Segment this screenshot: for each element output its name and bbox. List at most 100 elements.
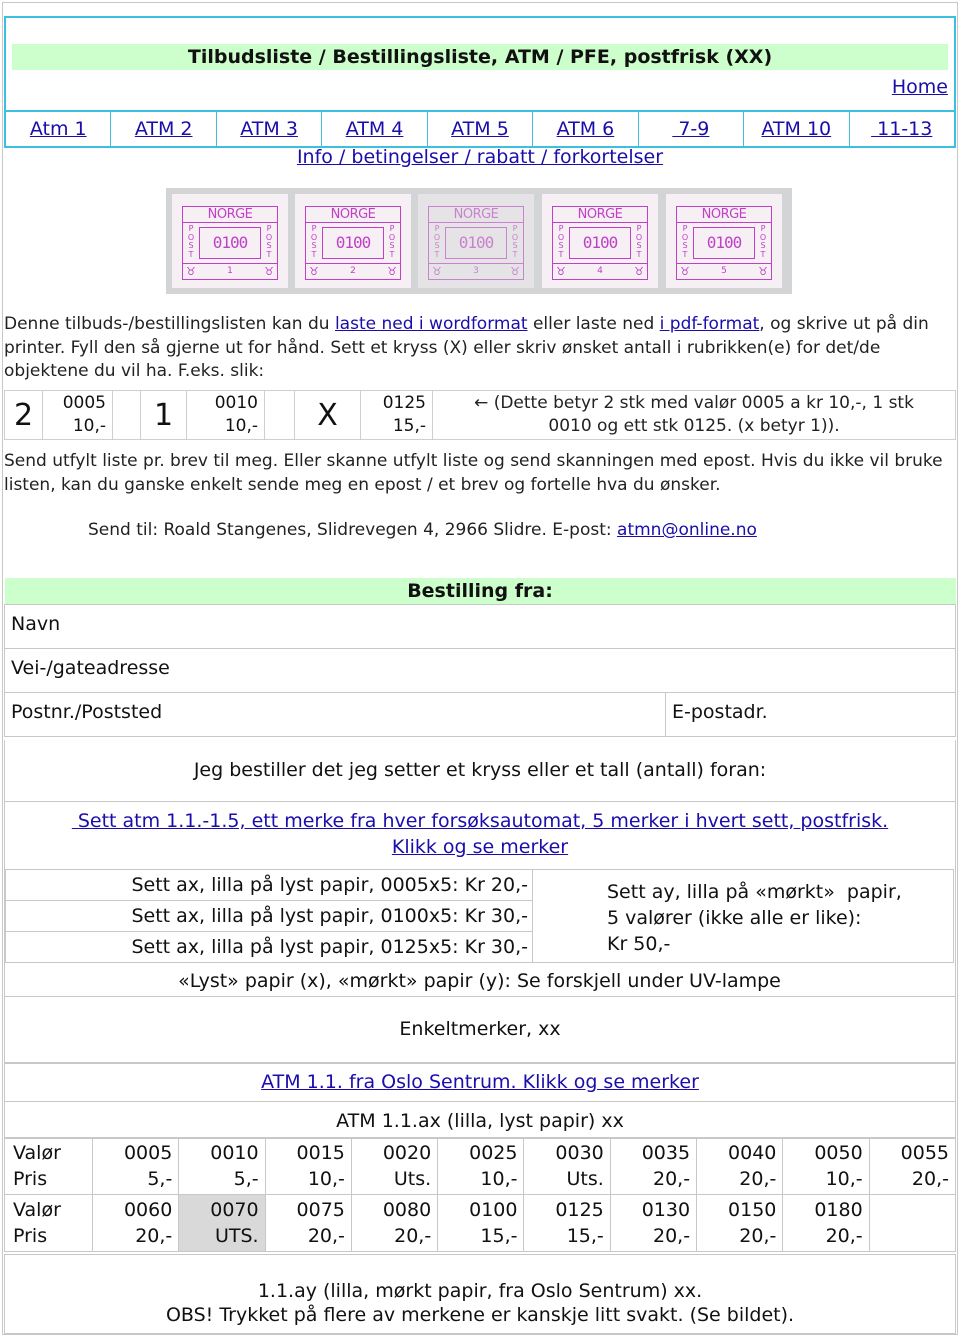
stamp-post-label: POST — [557, 224, 565, 259]
cell-price: 10,- — [307, 1168, 345, 1190]
intro-text: Denne tilbuds-/bestillingslisten kan du — [4, 314, 335, 334]
price-cell[interactable]: 0100 15,- — [437, 1194, 525, 1252]
price-cell[interactable]: 0130 20,- — [609, 1194, 698, 1252]
example-mark: 1 — [140, 390, 187, 440]
nav-atm-5[interactable]: ATM 5 — [451, 118, 509, 140]
example-mark: X — [294, 390, 361, 440]
price-cell[interactable]: 0125 15,- — [523, 1194, 611, 1252]
row-labels: Valør Pris — [4, 1137, 93, 1195]
set-ay[interactable]: Sett ay, lilla på «mørkt» papir, 5 valøre… — [532, 869, 954, 963]
set-ax-0125[interactable]: Sett ax, lilla på lyst papir, 0125x5: Kr… — [5, 931, 533, 963]
atm-1-1-ax-heading: ATM 1.1.ax (lilla, lyst papir) xx — [4, 1101, 956, 1139]
postal-field[interactable]: Postnr./Poststed — [4, 692, 666, 737]
cell-price: 10,- — [825, 1168, 863, 1190]
set-ax-0100[interactable]: Sett ax, lilla på lyst papir, 0100x5: Kr… — [5, 900, 533, 932]
cell-value: 0180 — [814, 1199, 863, 1221]
name-field[interactable]: Navn — [4, 604, 956, 649]
page-title: Tilbudsliste / Bestillingsliste, ATM / P… — [12, 44, 948, 70]
nav-atm-11-13[interactable]: 11-13 — [871, 118, 932, 140]
cell-price: 20,- — [739, 1225, 777, 1247]
nav-atm-10[interactable]: ATM 10 — [761, 118, 831, 140]
cell-value: 0005 — [123, 1142, 173, 1164]
download-word-link[interactable]: laste ned i wordformat — [335, 314, 528, 334]
cell-price: 5,- — [233, 1168, 259, 1190]
cell-price: 20,- — [653, 1168, 691, 1190]
cell-value: 0025 — [469, 1142, 518, 1164]
address-field[interactable]: Vei-/gateadresse — [4, 648, 956, 693]
cell-value: 0100 — [469, 1199, 518, 1221]
stamp-number: 3 — [429, 263, 523, 279]
price-cell[interactable]: 0010 5,- — [178, 1137, 266, 1195]
set-ax-0005[interactable]: Sett ax, lilla på lyst papir, 0005x5: Kr… — [5, 869, 533, 901]
stamp-country: NORGE — [429, 207, 523, 223]
nav-atm-3[interactable]: ATM 3 — [240, 118, 298, 140]
nav-atm-7-9[interactable]: 7-9 — [672, 118, 709, 140]
cell-value: 0080 — [382, 1199, 432, 1221]
price-cell[interactable]: 0180 20,- — [782, 1194, 870, 1252]
set-ay-line: 5 valører (ikke alle er like): — [607, 907, 862, 929]
cell-value: 0075 — [296, 1199, 345, 1221]
label-value: Valør — [13, 1199, 61, 1221]
price-cell[interactable]: 0015 10,- — [264, 1137, 352, 1195]
sets-view-link[interactable]: Klikk og se merker — [392, 836, 568, 858]
cell-price: 20,- — [911, 1168, 949, 1190]
example-order-row: 2 0005 10,- 1 0010 10,- X 0125 15,- ← (Dett… — [4, 390, 956, 440]
price-cell[interactable]: 0020 Uts. — [350, 1137, 439, 1195]
stamp-image: NORGE POST 0100 POST 5 ♉ ♉ — [666, 194, 782, 288]
download-pdf-link[interactable]: i pdf-format — [660, 314, 760, 334]
example-value: 0125 — [382, 393, 426, 413]
price-cell[interactable]: 0025 10,- — [437, 1137, 525, 1195]
intro-text: eller laste ned — [527, 314, 660, 334]
cell-price: 15,- — [480, 1225, 518, 1247]
stamp-post-label: POST — [433, 224, 441, 259]
order-form: Bestilling fra: Navn Vei-/gateadresse Po… — [4, 578, 956, 737]
price-cell[interactable]: 0035 20,- — [609, 1137, 698, 1195]
label-price: Pris — [13, 1225, 48, 1247]
price-cell[interactable]: 0055 20,- — [868, 1137, 957, 1195]
stamp-post-label: POST — [187, 224, 195, 259]
home-link[interactable]: Home — [892, 76, 948, 98]
sets-link[interactable]: Sett atm 1.1.-1.5, ett merke fra hver fo… — [72, 810, 888, 832]
cell-value: 0125 — [555, 1199, 604, 1221]
stamp-post-label: POST — [265, 224, 273, 259]
atm-nav: Atm 1 ATM 2 ATM 3 ATM 4 ATM 5 ATM 6 7-9 … — [6, 110, 954, 146]
stamp-value: 0100 — [569, 227, 631, 259]
example-spacer — [112, 390, 141, 440]
cell-price: 20,- — [135, 1225, 173, 1247]
posthorn-icon: ♉ — [387, 265, 397, 278]
price-cell[interactable]: 0040 20,- — [696, 1137, 784, 1195]
ay-note: OBS! Trykket på flere av merkene er kans… — [165, 1304, 795, 1326]
example-value: 0005 — [62, 393, 106, 413]
nav-atm-1[interactable]: Atm 1 — [30, 118, 87, 140]
info-conditions-link[interactable]: Info / betingelser / rabatt / forkortels… — [297, 146, 663, 168]
stamp-post-label: POST — [310, 224, 318, 259]
price-cell-sold-out[interactable]: 0070 UTS. — [178, 1194, 266, 1252]
nav-atm-6[interactable]: ATM 6 — [557, 118, 615, 140]
price-cell[interactable]: 0150 20,- — [696, 1194, 784, 1252]
row-labels: Valør Pris — [4, 1194, 93, 1252]
cell-price: 20,- — [825, 1225, 863, 1247]
price-table: Valør Pris 0005 5,- 0010 5,- 0015 10,- 0020 U… — [4, 1137, 957, 1252]
posthorn-icon: ♉ — [634, 265, 644, 278]
price-cell-empty — [868, 1194, 957, 1252]
price-cell[interactable]: 0030 Uts. — [523, 1137, 611, 1195]
nav-atm-4[interactable]: ATM 4 — [346, 118, 404, 140]
cell-value: 0060 — [123, 1199, 173, 1221]
posthorn-icon: ♉ — [309, 265, 319, 278]
price-cell[interactable]: 0080 20,- — [350, 1194, 439, 1252]
price-cell[interactable]: 0050 10,- — [782, 1137, 870, 1195]
cell-price: Uts. — [393, 1168, 432, 1190]
nav-atm-2[interactable]: ATM 2 — [135, 118, 193, 140]
stamp-strip-image: NORGE POST 0100 POST 1 ♉ ♉ NORGE POST 010… — [166, 188, 792, 294]
posthorn-icon: ♉ — [680, 265, 690, 278]
price-cell[interactable]: 0075 20,- — [264, 1194, 352, 1252]
oslo-sentrum-link[interactable]: ATM 1.1. fra Oslo Sentrum. Klikk og se m… — [261, 1071, 699, 1093]
price-cell[interactable]: 0005 5,- — [91, 1137, 180, 1195]
example-value-price: 0125 15,- — [360, 390, 433, 440]
email-link[interactable]: atmn@online.no — [617, 520, 757, 540]
example-mark: 2 — [4, 390, 43, 440]
price-cell[interactable]: 0060 20,- — [91, 1194, 180, 1252]
email-field[interactable]: E-postadr. — [665, 692, 956, 737]
stamp-image: NORGE POST 0100 POST 3 ♉ ♉ — [418, 194, 534, 288]
stamp-value: 0100 — [445, 227, 507, 259]
